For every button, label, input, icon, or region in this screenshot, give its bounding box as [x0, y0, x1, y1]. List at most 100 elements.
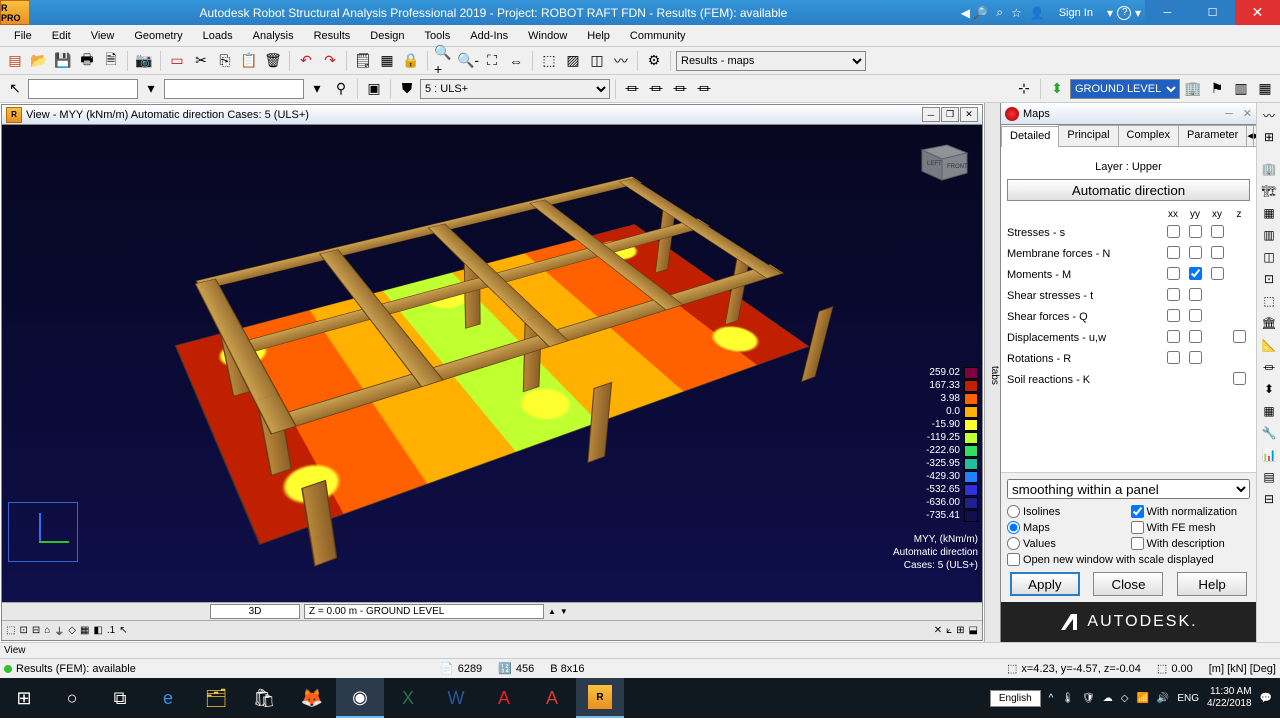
viewport-close-button[interactable]: ✕	[960, 107, 978, 122]
task-firefox-icon[interactable]: 🦊	[288, 678, 336, 718]
axis-icon[interactable]: ⊹	[1013, 78, 1035, 100]
rt-3-icon[interactable]	[1259, 149, 1279, 157]
vs-2-icon[interactable]: ⊡	[19, 625, 27, 636]
result-checkbox[interactable]	[1189, 309, 1202, 322]
selection-input-1[interactable]	[28, 79, 138, 99]
minimize-button[interactable]: ─	[1145, 0, 1190, 25]
tray-dropbox-icon[interactable]: ◇	[1121, 693, 1129, 704]
menu-file[interactable]: File	[4, 28, 42, 44]
new-icon[interactable]: ▤	[4, 50, 26, 72]
keyboard-lang[interactable]: ENG	[1177, 693, 1199, 704]
misc-1-icon[interactable]: ▥	[1230, 78, 1252, 100]
menu-tools[interactable]: Tools	[415, 28, 461, 44]
rt-4-icon[interactable]: 🏢	[1259, 159, 1279, 179]
result-checkbox[interactable]	[1211, 225, 1224, 238]
result-checkbox[interactable]	[1189, 351, 1202, 364]
help-button[interactable]: Help	[1177, 572, 1247, 596]
result-checkbox[interactable]	[1167, 288, 1180, 301]
support-2-icon[interactable]: ⏛	[645, 78, 667, 100]
tab-parameters[interactable]: Parameter	[1178, 125, 1247, 146]
result-checkbox[interactable]	[1211, 267, 1224, 280]
task-robot-icon[interactable]: R	[576, 678, 624, 718]
rt-17-icon[interactable]: 📊	[1259, 445, 1279, 465]
search-icon[interactable]: ⌕	[992, 5, 1007, 20]
task-explorer-icon[interactable]: 🗂	[192, 678, 240, 718]
task-view-icon[interactable]: ⧉	[96, 678, 144, 718]
rt-15-icon[interactable]: ▦	[1259, 401, 1279, 421]
tool-d-icon[interactable]: 〰	[610, 50, 632, 72]
print-icon[interactable]: 🖶	[76, 50, 98, 72]
dropdown-1-icon[interactable]: ▾	[140, 78, 162, 100]
task-word-icon[interactable]: W	[432, 678, 480, 718]
task-chrome-icon[interactable]: ◉	[336, 678, 384, 718]
axis-widget[interactable]	[8, 502, 78, 562]
level-up-icon[interactable]: ▲	[548, 607, 556, 616]
chevron-down-icon[interactable]: ▾	[1131, 6, 1145, 20]
vs-10-icon[interactable]: ↖	[119, 625, 127, 636]
vs-4-icon[interactable]: ⌂	[44, 625, 50, 636]
screenshot-icon[interactable]: 📷	[133, 50, 155, 72]
vs-r2-icon[interactable]: ⟀	[946, 625, 952, 636]
check-new-window[interactable]: Open new window with scale displayed	[1007, 553, 1250, 566]
select-icon[interactable]: ▭	[166, 50, 188, 72]
result-checkbox[interactable]	[1211, 246, 1224, 259]
vs-r1-icon[interactable]: ✕	[934, 625, 942, 636]
preview-icon[interactable]: 🗎	[100, 50, 122, 72]
rt-1-icon[interactable]: 〰	[1259, 105, 1279, 125]
radio-isolines[interactable]: Isolines	[1007, 505, 1127, 518]
radio-maps[interactable]: Maps	[1007, 521, 1127, 534]
story-icon[interactable]: 🏢	[1182, 78, 1204, 100]
result-checkbox[interactable]	[1167, 309, 1180, 322]
result-checkbox[interactable]	[1167, 225, 1180, 238]
rt-12-icon[interactable]: 📐	[1259, 335, 1279, 355]
level-indicator[interactable]: Z = 0.00 m - GROUND LEVEL	[304, 604, 544, 619]
menu-view[interactable]: View	[81, 28, 125, 44]
help-icon[interactable]: ?	[1117, 6, 1131, 20]
menu-window[interactable]: Window	[518, 28, 577, 44]
result-checkbox[interactable]	[1189, 267, 1202, 280]
rt-5-icon[interactable]: 🏗	[1259, 181, 1279, 201]
pan-icon[interactable]: ⇔	[505, 50, 527, 72]
undo-icon[interactable]: ↶	[295, 50, 317, 72]
tool-c-icon[interactable]: ◫	[586, 50, 608, 72]
result-checkbox[interactable]	[1189, 288, 1202, 301]
tool-b-icon[interactable]: ▨	[562, 50, 584, 72]
vs-7-icon[interactable]: ▦	[80, 625, 89, 636]
delete-icon[interactable]: 🗑	[262, 50, 284, 72]
rt-14-icon[interactable]: ⬍	[1259, 379, 1279, 399]
menu-geometry[interactable]: Geometry	[124, 28, 192, 44]
rt-13-icon[interactable]: ⏛	[1259, 357, 1279, 377]
result-checkbox[interactable]	[1189, 225, 1202, 238]
misc-2-icon[interactable]: ▦	[1254, 78, 1276, 100]
case-dropdown[interactable]: 5 : ULS+	[420, 79, 610, 99]
result-checkbox[interactable]	[1167, 246, 1180, 259]
menu-results[interactable]: Results	[304, 28, 361, 44]
rt-11-icon[interactable]: 🏛	[1259, 313, 1279, 333]
result-checkbox[interactable]	[1189, 330, 1202, 343]
binoculars-icon[interactable]: ◀ 🔎	[957, 6, 993, 20]
menu-addins[interactable]: Add-Ins	[460, 28, 518, 44]
calc-icon[interactable]: 🗒	[352, 50, 374, 72]
close-button[interactable]: ✕	[1235, 0, 1280, 25]
task-search-icon[interactable]: ○	[48, 678, 96, 718]
menu-community[interactable]: Community	[620, 28, 696, 44]
zoom-out-icon[interactable]: 🔍-	[457, 50, 479, 72]
tray-volume-icon[interactable]: 🔊	[1157, 693, 1169, 704]
task-autocad-icon[interactable]: A	[528, 678, 576, 718]
rt-18-icon[interactable]: ▤	[1259, 467, 1279, 487]
apply-button[interactable]: Apply	[1010, 572, 1080, 596]
menu-edit[interactable]: Edit	[42, 28, 81, 44]
view-cube[interactable]: LEFTFRONT	[912, 135, 972, 185]
section-icon[interactable]: ▣	[363, 78, 385, 100]
menu-design[interactable]: Design	[360, 28, 414, 44]
tray-cloud-icon[interactable]: ☁	[1103, 693, 1113, 704]
level-icon[interactable]: ⬍	[1046, 78, 1068, 100]
panel-minimize-icon[interactable]: ─	[1225, 108, 1233, 120]
rt-10-icon[interactable]: ⬚	[1259, 291, 1279, 311]
dropdown-icon[interactable]: ▾	[1103, 6, 1117, 20]
table-icon[interactable]: ▦	[376, 50, 398, 72]
system-clock[interactable]: 11:30 AM4/22/2018	[1207, 686, 1252, 710]
vs-6-icon[interactable]: ◇	[68, 625, 76, 636]
sign-in-button[interactable]: Sign In	[1049, 7, 1103, 19]
rt-8-icon[interactable]: ◫	[1259, 247, 1279, 267]
